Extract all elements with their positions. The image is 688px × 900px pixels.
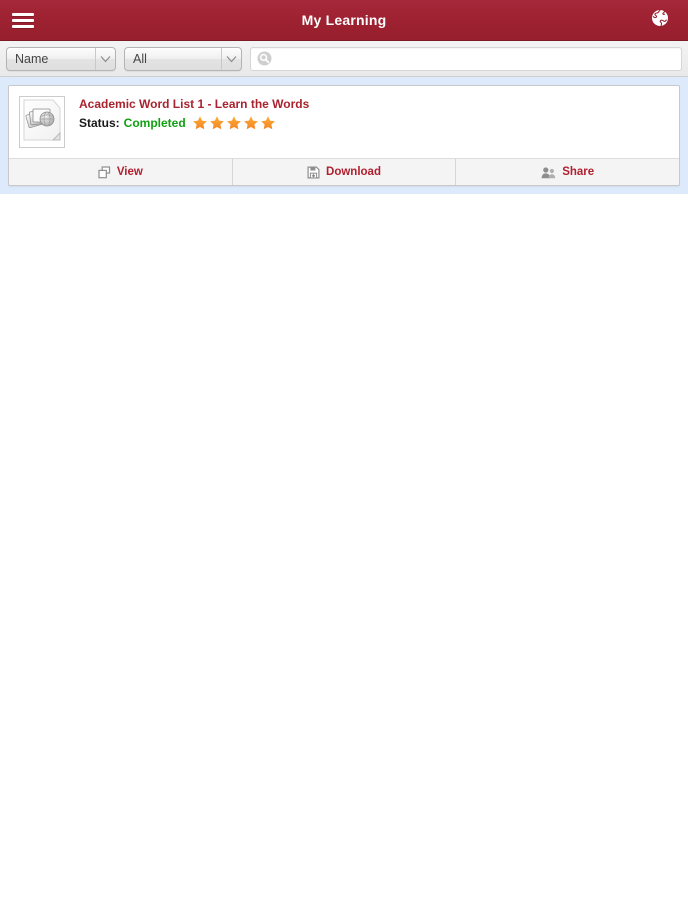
star-icon [243,115,260,131]
search-input[interactable] [277,48,681,69]
filter-category-select[interactable]: All [124,46,242,71]
star-icon [260,115,277,131]
globe-icon [651,9,669,32]
language-globe-button[interactable] [642,0,678,40]
content-area: Academic Word List 1 - Learn the Words S… [0,77,688,194]
app-header: My Learning [0,0,688,41]
chevron-down-icon [95,47,115,70]
view-button-label: View [116,166,143,178]
search-icon [251,51,277,66]
star-icon [209,115,226,131]
list-item-actions: View Download Share [9,158,679,185]
filter-category-select-value: All [133,51,147,66]
star-icon [226,115,243,131]
download-button-label: Download [326,166,381,178]
hamburger-menu-button[interactable] [0,0,46,40]
save-download-icon [307,166,320,179]
list-item-title[interactable]: Academic Word List 1 - Learn the Words [79,96,309,112]
window-restore-icon [98,165,111,179]
status-badge: Completed [123,116,186,130]
view-button[interactable]: View [9,159,232,185]
sort-by-select-value: Name [15,51,49,66]
document-media-thumbnail-icon [22,98,62,147]
share-button[interactable]: Share [455,159,679,185]
list-item-body: Academic Word List 1 - Learn the Words S… [9,86,679,158]
users-share-icon [541,166,556,179]
list-item-text: Academic Word List 1 - Learn the Words S… [65,94,309,148]
download-button[interactable]: Download [231,159,456,185]
rating-stars[interactable] [192,115,277,131]
chevron-down-icon [221,47,241,70]
search-box[interactable] [250,46,682,71]
share-button-label: Share [562,166,595,178]
status-label: Status: [79,116,120,130]
list-item[interactable]: Academic Word List 1 - Learn the Words S… [8,85,680,186]
hamburger-menu-icon [12,10,34,31]
sort-by-select[interactable]: Name [6,46,116,71]
list-item-status-row: Status: Completed [79,115,309,131]
list-item-thumbnail[interactable] [19,96,65,148]
filter-toolbar: Name All [0,41,688,77]
page-title: My Learning [301,12,387,28]
star-icon [192,115,209,131]
